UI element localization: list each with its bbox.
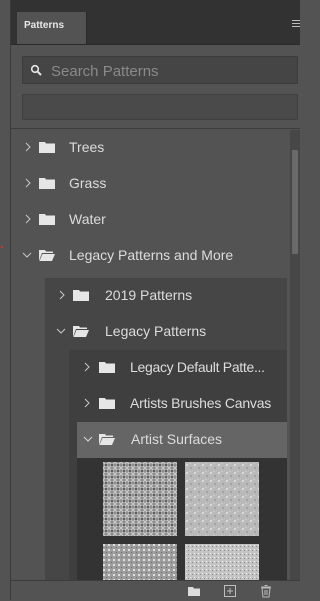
tree-item-label: Trees (69, 139, 105, 155)
folder-icon (73, 290, 89, 301)
folder-open-icon (99, 434, 115, 445)
tree-item-label: Artist Surfaces (131, 431, 223, 447)
tree-item-legacy-default-patterns[interactable]: Legacy Default Patte... (69, 350, 287, 386)
pattern-thumbnail[interactable] (103, 544, 177, 580)
folder-icon (99, 398, 115, 409)
folder-icon (39, 142, 55, 153)
folder-open-icon (73, 326, 89, 337)
tree-item-label: Legacy Default Patte... (130, 359, 265, 375)
pattern-thumbnail[interactable] (185, 462, 259, 536)
tree-item-grass[interactable]: Grass (11, 166, 287, 202)
tree-item-trees[interactable]: Trees (11, 130, 287, 166)
chevron-right-icon[interactable] (82, 398, 92, 408)
tree-item-2019-patterns[interactable]: 2019 Patterns (45, 278, 287, 314)
annotation-mark (0, 236, 4, 248)
new-pattern-icon[interactable] (223, 584, 237, 598)
preview-strip (22, 94, 298, 120)
chevron-down-icon[interactable] (22, 250, 32, 260)
search-icon (30, 64, 42, 76)
tree-item-artists-brushes-canvas[interactable]: Artists Brushes Canvas (69, 386, 287, 422)
tree-item-artist-surfaces[interactable]: Artist Surfaces (77, 422, 287, 458)
scrollbar-thumb[interactable] (292, 150, 298, 254)
chevron-right-icon[interactable] (23, 142, 33, 152)
patterns-panel: Patterns Trees Grass Water (10, 0, 300, 601)
tree-item-label: Artists Brushes Canvas (130, 395, 272, 411)
search-box[interactable] (22, 56, 298, 84)
tree-item-label: Legacy Patterns and More (69, 247, 234, 263)
tab-patterns[interactable]: Patterns (17, 12, 87, 44)
chevron-right-icon[interactable] (23, 214, 33, 224)
tree-item-water[interactable]: Water (11, 202, 287, 238)
pattern-thumbnail[interactable] (185, 544, 259, 580)
new-group-icon[interactable] (187, 584, 201, 598)
tree-item-label: 2019 Patterns (105, 287, 193, 303)
scrollbar[interactable] (290, 130, 300, 580)
chevron-right-icon[interactable] (23, 178, 33, 188)
tree-item-legacy-patterns-and-more[interactable]: Legacy Patterns and More (11, 238, 287, 274)
folder-icon (39, 178, 55, 189)
trash-icon[interactable] (259, 584, 273, 598)
search-input[interactable] (49, 59, 298, 83)
chevron-right-icon[interactable] (82, 362, 92, 372)
tree-item-label: Water (69, 211, 106, 227)
tree-item-label: Legacy Patterns (105, 323, 207, 339)
panel-footer (11, 580, 300, 601)
pattern-thumbnail-grid (103, 462, 263, 580)
chevron-down-icon[interactable] (83, 434, 93, 444)
pattern-thumbnail[interactable] (103, 462, 177, 536)
folder-icon (99, 362, 115, 373)
panel-tab-bar: Patterns (11, 0, 300, 45)
tree-item-label: Grass (69, 175, 107, 191)
tree-item-legacy-patterns[interactable]: Legacy Patterns (45, 314, 287, 350)
panel-menu-icon[interactable] (292, 20, 300, 28)
divider (11, 128, 300, 129)
folder-open-icon (39, 250, 55, 261)
folder-icon (39, 214, 55, 225)
chevron-down-icon[interactable] (56, 326, 66, 336)
chevron-right-icon[interactable] (57, 290, 67, 300)
